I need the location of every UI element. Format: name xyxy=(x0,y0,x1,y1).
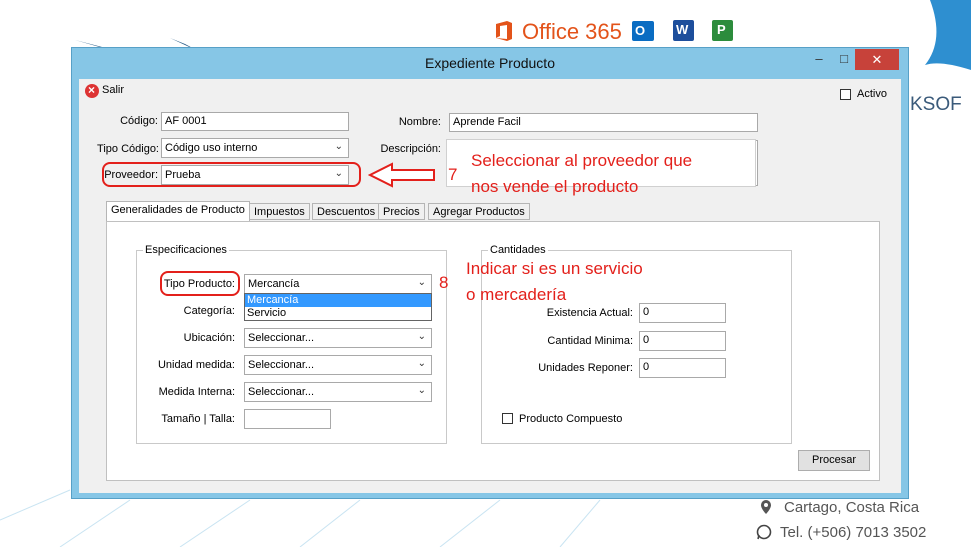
exit-button[interactable]: Salir xyxy=(102,84,124,96)
contact-location: Cartago, Costa Rica xyxy=(784,499,920,516)
ubicacion-label: Ubicación: xyxy=(183,332,235,344)
contact-phone: Tel. (+506) 7013 3502 xyxy=(780,524,927,541)
tipo-codigo-value: Código uso interno xyxy=(165,142,258,154)
nombre-field[interactable]: Aprende Facil xyxy=(449,113,758,132)
chevron-down-icon: ⌄ xyxy=(334,168,343,179)
nombre-label: Nombre: xyxy=(398,116,441,128)
step7-number: 7 xyxy=(448,165,458,184)
tipo-producto-value: Mercancía xyxy=(248,278,300,290)
whatsapp-icon xyxy=(756,524,772,540)
chevron-down-icon: ⌄ xyxy=(417,277,426,288)
unidad-medida-label: Unidad medida: xyxy=(157,359,235,371)
minimize-button[interactable]: – xyxy=(806,48,832,70)
talla-label: Tamaño | Talla: xyxy=(161,413,235,425)
existencia-field[interactable]: 0 xyxy=(639,303,726,323)
office-logo-icon xyxy=(493,20,515,42)
unidad-medida-value: Seleccionar... xyxy=(248,359,315,371)
tab-agregar-productos[interactable]: Agregar Productos xyxy=(428,203,530,220)
tab-descuentos[interactable]: Descuentos xyxy=(312,203,381,220)
activo-label: Activo xyxy=(857,88,887,100)
chevron-down-icon: ⌄ xyxy=(417,358,426,369)
office-label: Office 365 xyxy=(522,19,622,44)
location-icon xyxy=(760,500,772,514)
proveedor-label: Proveedor: xyxy=(104,169,158,181)
maximize-button[interactable]: □ xyxy=(832,48,856,70)
step8-text-line2: o mercadería xyxy=(466,285,567,304)
dropdown-option-servicio[interactable]: Servicio xyxy=(245,307,431,320)
tab-impuestos[interactable]: Impuestos xyxy=(249,203,310,220)
exit-icon[interactable]: × xyxy=(85,83,99,98)
codigo-field[interactable]: AF 0001 xyxy=(161,112,349,131)
unidades-reponer-field[interactable]: 0 xyxy=(639,358,726,378)
categoria-label: Categoría: xyxy=(183,305,235,317)
outlook-icon: O xyxy=(632,21,654,41)
existencia-label: Existencia Actual: xyxy=(546,307,633,319)
brand-fragment: KSOF xyxy=(910,94,962,115)
tipo-producto-label: Tipo Producto: xyxy=(163,278,235,290)
ubicacion-value: Seleccionar... xyxy=(248,332,315,344)
dropdown-option-mercancia[interactable]: Mercancía xyxy=(245,294,431,307)
step7-text-line1: Seleccionar al proveedor que xyxy=(471,151,693,170)
especificaciones-title: Especificaciones xyxy=(143,244,229,256)
medida-interna-select[interactable]: Seleccionar... ⌄ xyxy=(244,382,432,402)
step7-text-line2: nos vende el producto xyxy=(471,177,639,196)
left-arrow-icon xyxy=(368,162,435,188)
unidad-medida-select[interactable]: Seleccionar... ⌄ xyxy=(244,355,432,375)
cantidades-group: Cantidades Existencia Actual: 0 Cantidad… xyxy=(481,244,792,444)
chevron-down-icon: ⌄ xyxy=(417,331,426,342)
procesar-button[interactable]: Procesar xyxy=(798,450,870,471)
step8-text-line1: Indicar si es un servicio xyxy=(466,259,643,278)
tipo-producto-select[interactable]: Mercancía ⌄ xyxy=(244,274,432,294)
word-icon: W xyxy=(673,20,694,41)
descripcion-label: Descripción: xyxy=(380,143,441,155)
unidades-reponer-label: Unidades Reponer: xyxy=(538,362,633,374)
medida-interna-label: Medida Interna: xyxy=(158,386,235,398)
activo-checkbox[interactable] xyxy=(840,89,851,100)
proveedor-value: Prueba xyxy=(165,169,201,181)
proveedor-select[interactable]: Prueba ⌄ xyxy=(161,165,349,185)
step8-number: 8 xyxy=(439,273,449,292)
tab-precios[interactable]: Precios xyxy=(378,203,425,220)
cantidad-minima-label: Cantidad Minima: xyxy=(547,335,633,347)
especificaciones-group: Especificaciones Tipo Producto: Mercancí… xyxy=(136,244,447,444)
codigo-label: Código: xyxy=(120,115,158,127)
project-icon: P xyxy=(712,20,733,41)
close-button[interactable]: ✕ xyxy=(855,49,899,70)
tab-generalidades[interactable]: Generalidades de Producto xyxy=(106,201,250,221)
cantidad-minima-field[interactable]: 0 xyxy=(639,331,726,351)
chevron-down-icon: ⌄ xyxy=(417,385,426,396)
chevron-down-icon: ⌄ xyxy=(334,141,343,152)
window-title: Expediente Producto xyxy=(425,55,555,71)
title-bar[interactable]: Expediente Producto – □ ✕ xyxy=(72,48,908,78)
cantidades-title: Cantidades xyxy=(488,244,548,256)
producto-compuesto-label: Producto Compuesto xyxy=(519,413,623,425)
medida-interna-value: Seleccionar... xyxy=(248,386,315,398)
tab-strip: Generalidades de Producto Impuestos Desc… xyxy=(106,201,606,223)
tipo-codigo-select[interactable]: Código uso interno ⌄ xyxy=(161,138,349,158)
producto-compuesto-checkbox[interactable] xyxy=(502,413,513,424)
tipo-producto-dropdown-list: Mercancía Servicio xyxy=(244,293,432,321)
ubicacion-select[interactable]: Seleccionar... ⌄ xyxy=(244,328,432,348)
talla-field[interactable] xyxy=(244,409,331,429)
tipo-codigo-label: Tipo Código: xyxy=(97,143,159,155)
